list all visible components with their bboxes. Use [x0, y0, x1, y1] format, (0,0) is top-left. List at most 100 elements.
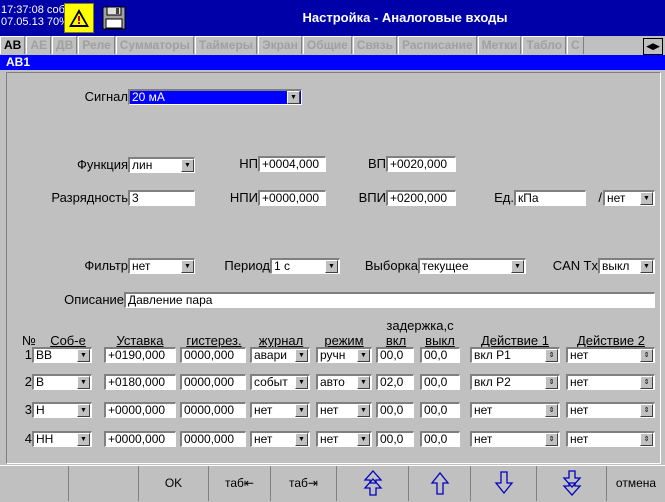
tab-relays[interactable]: Реле [78, 36, 115, 54]
sample-label: Выборка [364, 258, 418, 273]
page-up-button[interactable] [336, 466, 408, 501]
empty-button-2[interactable] [68, 466, 138, 501]
tab-summators[interactable]: Сумматоры [115, 36, 194, 54]
updown-arrow-icon[interactable]: ⇕ [545, 376, 558, 389]
updown-arrow-icon[interactable]: ⇕ [545, 404, 558, 417]
chevron-down-icon[interactable]: ▼ [357, 349, 370, 362]
col-on-header: вкл [385, 333, 407, 348]
chevron-down-icon[interactable]: ▼ [287, 91, 300, 104]
description-input[interactable]: Давление пара [124, 292, 655, 308]
delay-on-input[interactable]: 00,0 [376, 431, 414, 447]
delay-off-input[interactable]: 00,0 [420, 431, 460, 447]
setpoint-input[interactable]: +0180,000 [104, 374, 176, 390]
bottom-toolbar: OK таб⇤ таб⇥ отмена [0, 465, 665, 502]
tab-scroll-arrows-icon[interactable]: ◀▶ [643, 38, 663, 55]
warning-icon[interactable] [64, 3, 94, 33]
tab-dv[interactable]: ДВ [52, 36, 78, 54]
chevron-down-icon[interactable]: ▼ [295, 349, 308, 362]
digits-input[interactable]: 3 [128, 190, 195, 206]
chevron-down-icon[interactable]: ▼ [295, 404, 308, 417]
chevron-down-icon[interactable]: ▼ [77, 404, 90, 417]
np-input[interactable]: +0004,000 [258, 156, 326, 172]
tab-back-button[interactable]: таб⇤ [208, 466, 270, 501]
chevron-down-icon[interactable]: ▼ [77, 376, 90, 389]
setpoint-input[interactable]: +0190,000 [104, 347, 176, 363]
unit-input[interactable]: кПа [514, 190, 586, 206]
sample-select[interactable]: текущее [418, 258, 526, 274]
tab-timers[interactable]: Таймеры [194, 36, 258, 54]
row-number: 4 [24, 431, 32, 446]
chevron-down-icon[interactable]: ▼ [640, 192, 653, 205]
delay-off-input[interactable]: 00,0 [420, 347, 460, 363]
chevron-down-icon[interactable]: ▼ [295, 433, 308, 446]
col-hyst-header: гистерез. [186, 333, 242, 348]
chevron-down-icon[interactable]: ▼ [357, 404, 370, 417]
digits-label: Разрядность [51, 190, 128, 205]
tab-labels[interactable]: Метки [477, 36, 522, 54]
arrow-down-icon [494, 471, 513, 495]
vp-label: ВП [367, 156, 386, 171]
delay-on-input[interactable]: 00,0 [376, 402, 414, 418]
title-bar: 17:37:08 собт 07.05.13 70% Настройка - А… [0, 0, 665, 36]
window-title: Настройка - Аналоговые входы [302, 10, 508, 25]
updown-arrow-icon[interactable]: ⇕ [640, 349, 653, 362]
clock-time: 17:37:08 [1, 4, 44, 16]
tab-strip: АВ АЕ ДВ Реле Сумматоры Таймеры Экран Общие Связ… [0, 36, 665, 55]
ok-button[interactable]: OK [138, 466, 208, 501]
tab-screen[interactable]: Экран [258, 36, 302, 54]
signal-select[interactable]: 20 мА [128, 89, 302, 105]
save-disk-icon[interactable] [102, 6, 126, 30]
updown-arrow-icon[interactable]: ⇕ [640, 376, 653, 389]
updown-arrow-icon[interactable]: ⇕ [640, 433, 653, 446]
filter-label: Фильтр [84, 258, 128, 273]
hysteresis-input[interactable]: 0000,000 [180, 402, 246, 418]
tab-more[interactable]: С [567, 36, 584, 54]
tab-general[interactable]: Общие [302, 36, 352, 54]
vp-input[interactable]: +0020,000 [386, 156, 456, 172]
hysteresis-input[interactable]: 0000,000 [180, 431, 246, 447]
col-no-header: № [22, 333, 36, 348]
tab-av[interactable]: АВ [0, 36, 26, 54]
tab-display[interactable]: Табло [522, 36, 567, 54]
empty-button-1[interactable] [0, 466, 68, 501]
chevron-down-icon[interactable]: ▼ [325, 260, 338, 273]
unit-label: Ед. [494, 190, 514, 205]
updown-arrow-icon[interactable]: ⇕ [545, 433, 558, 446]
up-button[interactable] [408, 466, 470, 501]
tab-connection[interactable]: Связь [352, 36, 398, 54]
chevron-down-icon[interactable]: ▼ [511, 260, 524, 273]
col-mode-header: режим [324, 333, 364, 348]
updown-arrow-icon[interactable]: ⇕ [640, 404, 653, 417]
chevron-down-icon[interactable]: ▼ [181, 260, 194, 273]
unit-separator: / [598, 190, 602, 205]
delay-off-input[interactable]: 00,0 [420, 402, 460, 418]
updown-arrow-icon[interactable]: ⇕ [545, 349, 558, 362]
tab-forward-button[interactable]: таб⇥ [270, 466, 336, 501]
down-button[interactable] [470, 466, 536, 501]
row-number: 2 [24, 374, 32, 389]
chevron-down-icon[interactable]: ▼ [357, 376, 370, 389]
cantx-label: CAN Tx [552, 258, 598, 273]
row-number: 3 [24, 402, 32, 417]
delay-on-input[interactable]: 02,0 [376, 374, 414, 390]
tab-ae[interactable]: АЕ [26, 36, 52, 54]
cancel-button[interactable]: отмена [606, 466, 665, 501]
setpoint-input[interactable]: +0000,000 [104, 402, 176, 418]
hysteresis-input[interactable]: 0000,000 [180, 347, 246, 363]
delay-on-input[interactable]: 00,0 [376, 347, 414, 363]
tab-schedule[interactable]: Расписание [398, 36, 477, 54]
setpoint-input[interactable]: +0000,000 [104, 431, 176, 447]
hysteresis-input[interactable]: 0000,000 [180, 374, 246, 390]
function-label: Функция [77, 157, 128, 172]
chevron-down-icon[interactable]: ▼ [77, 349, 90, 362]
vpi-input[interactable]: +0200,000 [386, 190, 456, 206]
delay-off-input[interactable]: 00,0 [420, 374, 460, 390]
page-down-button[interactable] [536, 466, 606, 501]
npi-input[interactable]: +0000,000 [258, 190, 326, 206]
chevron-down-icon[interactable]: ▼ [357, 433, 370, 446]
double-arrow-down-icon [562, 470, 581, 496]
chevron-down-icon[interactable]: ▼ [295, 376, 308, 389]
chevron-down-icon[interactable]: ▼ [181, 159, 194, 172]
chevron-down-icon[interactable]: ▼ [640, 260, 653, 273]
chevron-down-icon[interactable]: ▼ [77, 433, 90, 446]
